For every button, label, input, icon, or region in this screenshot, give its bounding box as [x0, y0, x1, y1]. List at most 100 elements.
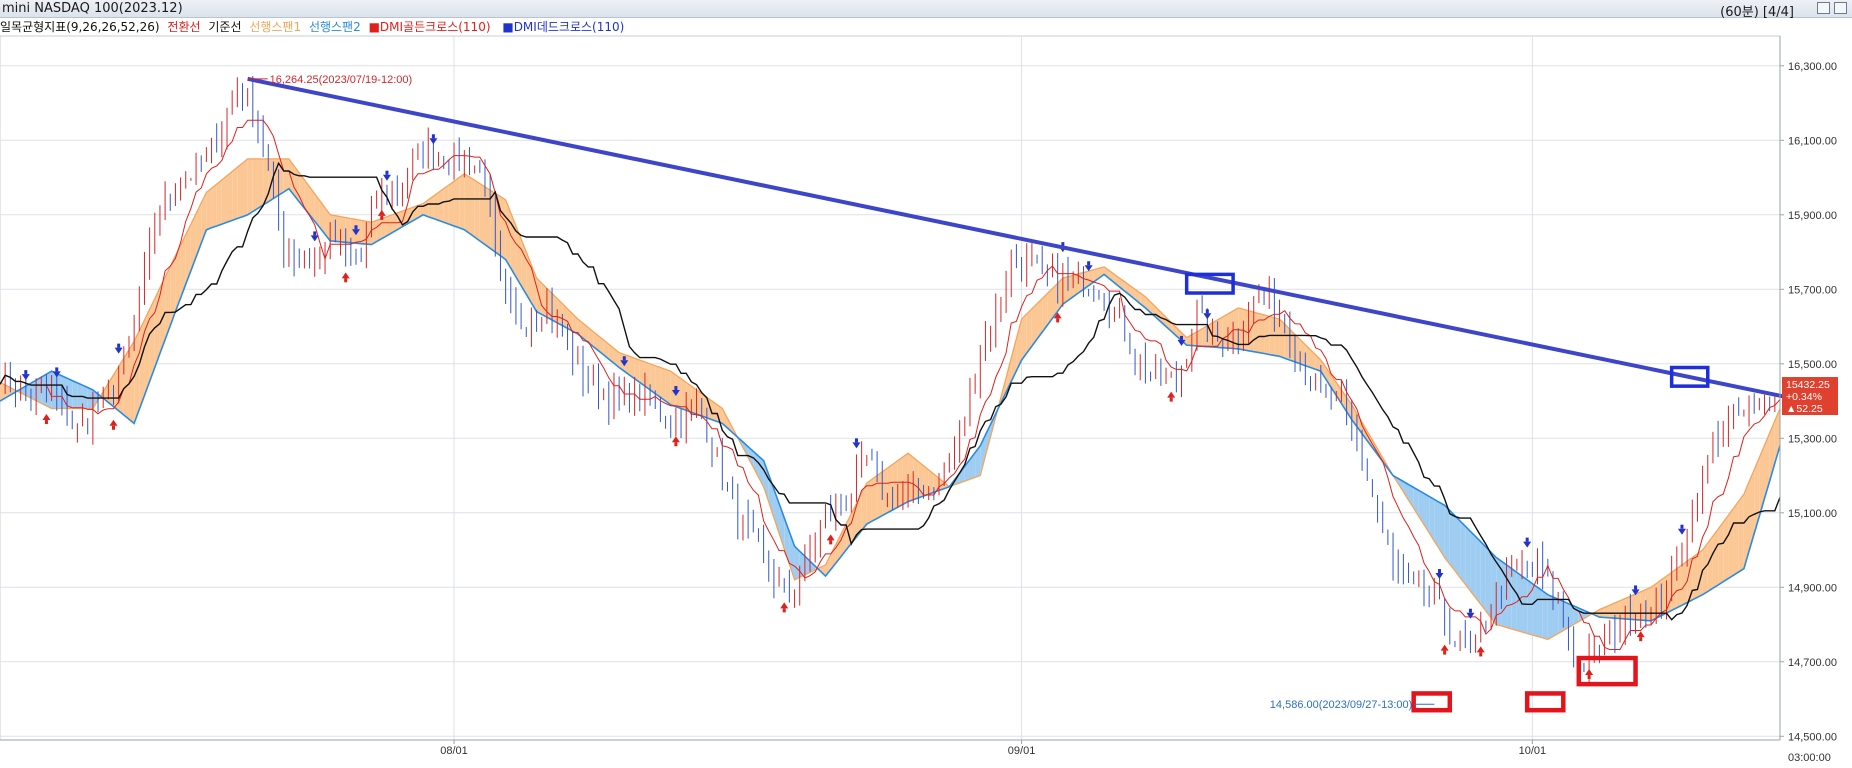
cloud-segment	[1222, 313, 1228, 349]
x-axis-end-label: 03:00:00	[1788, 752, 1831, 764]
cloud-segment	[1284, 324, 1290, 361]
cloud-segment	[1640, 589, 1646, 621]
golden-cross-marker-stem	[1479, 652, 1483, 657]
cloud-segment	[923, 465, 929, 497]
cloud-segment	[72, 380, 78, 409]
dead-cross-marker-stem	[354, 225, 358, 230]
golden-cross-marker-stem	[112, 425, 116, 430]
cloud-segment	[1651, 583, 1657, 621]
cloud-segment	[1692, 553, 1698, 600]
cloud-segment	[1625, 596, 1631, 620]
y-tick-label: 15,300.00	[1788, 433, 1837, 445]
cloud-segment	[474, 180, 480, 241]
cloud-segment	[1563, 601, 1569, 631]
cloud-segment	[41, 374, 47, 406]
cloud-segment	[1661, 576, 1667, 616]
restore-window-button[interactable]	[1817, 2, 1830, 14]
y-tick-label: 16,100.00	[1788, 135, 1837, 147]
cloud-segment	[655, 365, 661, 398]
golden-cross-marker-stem	[380, 215, 384, 220]
current-price-text: 15432.25	[1786, 379, 1830, 391]
cloud-segment	[1728, 508, 1734, 579]
cloud-segment	[1614, 600, 1621, 619]
x-axis: 08/01 09/01 10/01	[0, 739, 1780, 757]
cloud-segment	[464, 173, 470, 234]
cloud-segment	[237, 163, 243, 219]
cloud-segment	[1552, 596, 1559, 637]
cloud-segment	[1491, 552, 1497, 625]
cloud-segment	[1264, 314, 1270, 355]
y-axis: 16,300.00 16,100.00 15,900.00 15,700.00 15,5…	[1779, 36, 1838, 764]
cloud-segment	[371, 220, 377, 245]
cloud-segment	[36, 377, 42, 404]
cloud-segment	[1712, 529, 1719, 589]
cloud-segment	[918, 461, 924, 498]
cloud-segment	[1558, 599, 1564, 634]
y-tick-label: 14,500.00	[1788, 731, 1837, 743]
cloud-segment	[448, 181, 455, 226]
cloud-segment	[67, 378, 73, 409]
cloud-segment	[1620, 598, 1626, 619]
cloud-segment	[345, 217, 351, 243]
dead-cross-marker-stem	[1634, 585, 1638, 590]
cloud-segment	[877, 471, 883, 519]
y-tick-label: 14,700.00	[1788, 657, 1837, 669]
y-tick-label: 16,300.00	[1788, 61, 1837, 73]
cloud-segment	[1527, 579, 1533, 635]
dead-cross-marker-stem	[1525, 537, 1529, 542]
dead-cross-marker-stem	[385, 170, 389, 175]
price-chart[interactable]: 16,300.00 16,100.00 15,900.00 15,700.00 15,5…	[0, 18, 1852, 768]
cloud-segment	[691, 386, 697, 415]
cloud-segment	[1656, 579, 1662, 619]
cloud-segment	[340, 216, 346, 243]
cloud-segment	[211, 184, 217, 228]
cloud-segment	[454, 177, 460, 228]
cloud-segment	[882, 468, 888, 516]
dead-cross-marker-stem	[1468, 608, 1472, 613]
y-tick-label: 15,900.00	[1788, 210, 1837, 222]
dead-cross-marker-stem	[117, 343, 121, 348]
cloud-segment	[1547, 594, 1553, 640]
cloud-segment	[335, 215, 341, 242]
cloud-segment	[216, 179, 222, 226]
dead-cross-marker-stem	[854, 438, 858, 443]
cloud-segment	[1238, 307, 1244, 350]
cloud-segment	[1645, 587, 1652, 621]
cloud-segment	[1439, 502, 1445, 558]
cloud-segment	[1537, 587, 1543, 638]
cloud-segment	[1671, 568, 1677, 611]
dead-cross-marker-stem	[313, 231, 317, 236]
cloud-segment	[1542, 591, 1548, 640]
plot-background	[0, 35, 1781, 741]
cloud-segment	[479, 183, 485, 245]
cloud-segment	[118, 358, 124, 416]
golden-cross-marker-stem	[1056, 318, 1060, 323]
cloud-segment	[283, 158, 289, 192]
cloud-segment	[681, 378, 687, 411]
cloud-segment	[56, 373, 62, 409]
cloud-segment	[484, 186, 491, 249]
cloud-segment	[887, 464, 893, 513]
cloud-segment	[257, 158, 264, 209]
cloud-segment	[1733, 501, 1739, 576]
cloud-segment	[1454, 515, 1461, 578]
golden-cross-marker-stem	[1587, 674, 1591, 679]
cloud-segment	[1475, 536, 1481, 605]
dead-cross-marker-stem	[1180, 335, 1184, 340]
y-tick-label: 14,900.00	[1788, 582, 1837, 594]
dead-cross-marker-stem	[1680, 524, 1684, 529]
cloud-segment	[1723, 515, 1729, 582]
cloud-segment	[1444, 505, 1450, 565]
cloud-segment	[1506, 564, 1512, 629]
high-annotation: 16,264.25(2023/07/19-12:00)	[270, 74, 413, 86]
cloud-segment	[221, 175, 228, 225]
dead-cross-marker-stem	[1205, 309, 1209, 314]
current-price-text: ▲52.25	[1786, 403, 1823, 415]
cloud-segment	[1470, 531, 1476, 598]
golden-cross-marker-stem	[1639, 637, 1643, 642]
low-annotation: 14,586.00(2023/09/27-13:00)	[1270, 699, 1413, 711]
cloud-segment	[892, 460, 898, 510]
cloud-segment	[232, 167, 238, 221]
cloud-segment	[1465, 526, 1471, 592]
close-window-button[interactable]	[1834, 2, 1847, 14]
